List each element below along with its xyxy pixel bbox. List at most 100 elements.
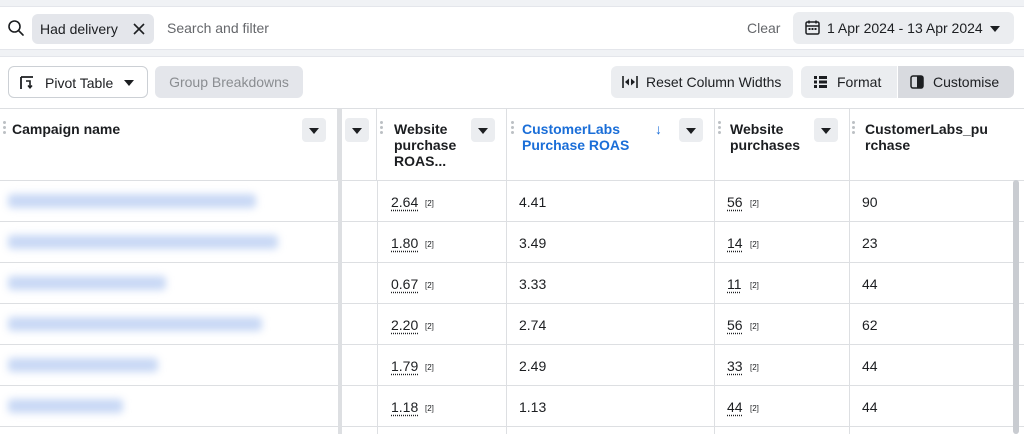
footnote-marker: [2] — [750, 281, 759, 290]
group-breakdowns-button[interactable]: Group Breakdowns — [155, 66, 303, 98]
search-input[interactable]: Search and filter — [167, 20, 269, 36]
chevron-down-icon — [124, 80, 134, 86]
website-purchase-roas-value[interactable]: 1.79 — [391, 358, 418, 374]
column-resize-icon — [622, 75, 638, 89]
reset-column-widths-label: Reset Column Widths — [646, 74, 781, 90]
footnote-marker: [2] — [425, 281, 434, 290]
vertical-scrollbar[interactable] — [1013, 180, 1019, 434]
column-header-collapsed[interactable] — [342, 109, 377, 180]
chevron-down-icon — [821, 128, 831, 134]
column-header-label: CustomerLabs_pu rchase — [865, 121, 988, 153]
drag-handle-icon[interactable] — [718, 121, 721, 139]
customise-button[interactable]: Customise — [898, 66, 1014, 98]
campaign-name-redacted[interactable] — [8, 358, 158, 372]
website-purchases-value[interactable]: 44 — [727, 399, 743, 415]
campaign-name-redacted[interactable] — [8, 194, 256, 208]
customerlabs-purchase-value: 90 — [862, 194, 878, 210]
column-header-customerlabs-purchase[interactable]: CustomerLabs_pu rchase — [850, 109, 1024, 180]
drag-handle-icon[interactable] — [380, 121, 383, 139]
filter-bar: Had delivery Search and filter Clear 1 A… — [0, 6, 1024, 50]
drag-handle-icon[interactable] — [852, 121, 855, 139]
drag-handle-icon[interactable] — [3, 121, 6, 139]
website-purchase-roas-value[interactable]: 1.80 — [391, 235, 418, 251]
filter-chip[interactable]: Had delivery — [32, 14, 154, 44]
row-divider — [0, 303, 1024, 304]
column-divider — [506, 180, 507, 434]
chevron-down-icon — [686, 128, 696, 134]
toolbar: Pivot Table Group Breakdowns Reset Colum… — [0, 56, 1024, 109]
header-line: rchase — [865, 137, 910, 153]
campaign-name-redacted[interactable] — [8, 276, 166, 290]
chevron-down-icon — [352, 128, 362, 134]
sort-descending-icon[interactable]: ↓ — [655, 121, 662, 137]
customerlabs-purchase-value: 44 — [862, 358, 878, 374]
header-divider — [0, 180, 1024, 181]
column-menu-button[interactable] — [814, 118, 838, 142]
footnote-marker: [2] — [425, 404, 434, 413]
calendar-icon — [805, 20, 820, 35]
customerlabs-purchase-value: 23 — [862, 235, 878, 251]
format-button[interactable]: Format — [801, 66, 897, 98]
filter-chip-label: Had delivery — [40, 21, 118, 37]
website-purchases-value[interactable]: 14 — [727, 235, 743, 251]
drag-handle-icon[interactable] — [511, 121, 514, 139]
customerlabs-roas-value: 4.41 — [519, 194, 546, 210]
pivot-table-label: Pivot Table — [45, 75, 113, 91]
reset-column-widths-button[interactable]: Reset Column Widths — [611, 66, 793, 98]
website-purchases-value[interactable]: 56 — [727, 317, 743, 333]
clear-button[interactable]: Clear — [747, 20, 780, 36]
campaign-name-redacted[interactable] — [8, 317, 262, 331]
row-divider — [0, 426, 1024, 427]
customerlabs-roas-value: 2.74 — [519, 317, 546, 333]
close-icon[interactable] — [132, 22, 146, 36]
header-line: CustomerLabs — [522, 121, 620, 137]
chevron-down-icon — [309, 128, 319, 134]
column-header-label: CustomerLabs Purchase ROAS — [522, 121, 629, 153]
column-header-label: Campaign name — [12, 121, 120, 137]
column-header-customerlabs-purchase-roas[interactable]: CustomerLabs Purchase ROAS ↓ — [507, 109, 715, 180]
column-menu-button[interactable] — [679, 118, 703, 142]
customerlabs-purchase-value: 44 — [862, 399, 878, 415]
format-label: Format — [837, 74, 881, 90]
column-header-label: Website purchases — [730, 121, 800, 153]
column-header-website-purchase-roas[interactable]: Website purchase ROAS... — [377, 109, 507, 180]
customerlabs-roas-value: 3.49 — [519, 235, 546, 251]
pivot-table-button[interactable]: Pivot Table — [8, 66, 148, 98]
header-line: Website — [730, 121, 783, 137]
footnote-marker: [2] — [750, 199, 759, 208]
search-icon — [7, 19, 25, 37]
format-table-icon — [813, 75, 828, 89]
customerlabs-purchase-value: 62 — [862, 317, 878, 333]
website-purchases-value[interactable]: 33 — [727, 358, 743, 374]
chevron-down-icon — [990, 26, 1000, 32]
column-menu-button[interactable] — [302, 118, 326, 142]
date-range-label: 1 Apr 2024 - 13 Apr 2024 — [827, 20, 983, 36]
header-line: Purchase ROAS — [522, 137, 629, 153]
column-divider — [377, 180, 378, 434]
column-menu-button[interactable] — [345, 118, 369, 142]
row-divider — [0, 221, 1024, 222]
customerlabs-roas-value: 2.49 — [519, 358, 546, 374]
header-line: Website — [394, 121, 447, 137]
website-purchases-value[interactable]: 11 — [727, 276, 742, 292]
website-purchase-roas-value[interactable]: 2.20 — [391, 317, 418, 333]
footnote-marker: [2] — [425, 322, 434, 331]
customise-label: Customise — [933, 74, 999, 90]
column-divider — [714, 180, 715, 434]
header-line: purchases — [730, 137, 800, 153]
campaign-name-redacted[interactable] — [8, 235, 278, 249]
website-purchase-roas-value[interactable]: 0.67 — [391, 276, 418, 292]
column-menu-button[interactable] — [471, 118, 495, 142]
footnote-marker: [2] — [750, 322, 759, 331]
website-purchase-roas-value[interactable]: 1.18 — [391, 399, 418, 415]
campaign-name-redacted[interactable] — [8, 399, 123, 413]
column-header-website-purchases[interactable]: Website purchases — [715, 109, 850, 180]
website-purchase-roas-value[interactable]: 2.64 — [391, 194, 418, 210]
customerlabs-purchase-value: 44 — [862, 276, 878, 292]
date-range-picker[interactable]: 1 Apr 2024 - 13 Apr 2024 — [793, 12, 1014, 44]
website-purchases-value[interactable]: 56 — [727, 194, 743, 210]
panel-icon — [910, 75, 924, 89]
row-divider — [0, 344, 1024, 345]
row-divider — [0, 262, 1024, 263]
column-header-campaign-name[interactable]: Campaign name — [0, 109, 338, 180]
